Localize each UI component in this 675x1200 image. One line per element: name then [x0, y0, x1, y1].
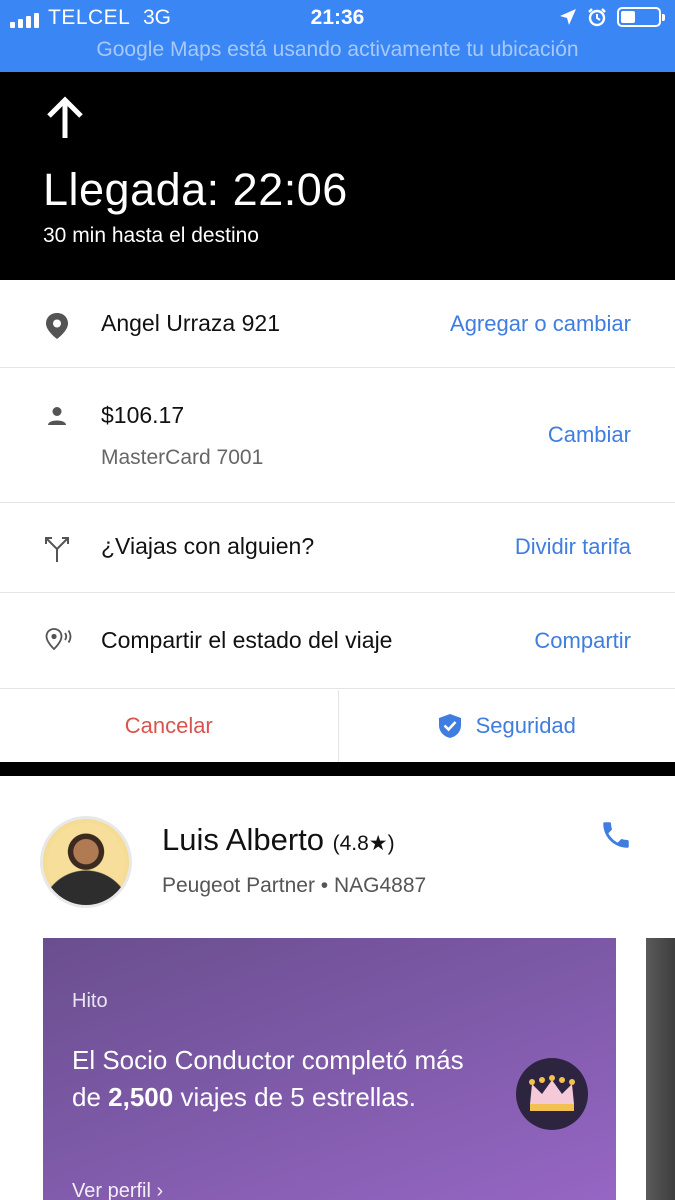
- share-trip-row[interactable]: Compartir el estado del viaje Compartir: [0, 593, 675, 689]
- driver-name: Luis Alberto: [162, 822, 324, 857]
- change-payment-link[interactable]: Cambiar: [548, 422, 631, 448]
- person-icon: [48, 407, 66, 425]
- milestone-card[interactable]: Hito El Socio Conductor completó más de …: [43, 938, 616, 1200]
- driver-panel: Luis Alberto (4.8★) Peugeot Partner • NA…: [0, 776, 675, 1200]
- safety-label: Seguridad: [475, 713, 576, 738]
- cancel-trip-button[interactable]: Cancelar: [0, 690, 338, 762]
- payment-row[interactable]: $106.17 MasterCard 7001 Cambiar: [0, 368, 675, 503]
- alarm-icon: [588, 8, 606, 27]
- navigation-header: Llegada: 22:06 30 min hasta el destino: [0, 72, 675, 280]
- trip-action-bar: Cancelar Seguridad: [0, 690, 675, 762]
- split-icon: [45, 537, 69, 562]
- location-usage-banner[interactable]: Google Maps está usando activamente tu u…: [0, 38, 675, 62]
- trip-details-card: Angel Urraza 921 Agregar o cambiar $106.…: [0, 280, 675, 762]
- milestone-text-end: viajes de 5 estrellas.: [173, 1082, 417, 1112]
- shield-check-icon: [438, 714, 461, 738]
- driver-rating: (4.8★): [332, 832, 395, 855]
- share-trip-link[interactable]: Compartir: [534, 628, 631, 654]
- milestone-label: Hito: [72, 990, 108, 1012]
- arrow-up-icon: [47, 96, 83, 138]
- crown-icon: [516, 1058, 588, 1130]
- split-fare-link[interactable]: Dividir tarifa: [515, 534, 631, 560]
- phone-icon[interactable]: [599, 818, 633, 852]
- milestone-text: El Socio Conductor completó más de 2,500…: [72, 1042, 492, 1116]
- map-pin-icon: [46, 313, 68, 339]
- status-bar: TELCEL 3G 21:36 Google Maps está usando …: [0, 0, 675, 72]
- driver-name-line: Luis Alberto (4.8★): [162, 822, 395, 858]
- split-fare-row[interactable]: ¿Viajas con alguien? Dividir tarifa: [0, 503, 675, 593]
- milestone-trip-count: 2,500: [108, 1082, 174, 1112]
- safety-button[interactable]: Seguridad: [337, 690, 675, 762]
- location-arrow-icon: [560, 9, 576, 25]
- cancel-label: Cancelar: [124, 713, 213, 738]
- destination-address: Angel Urraza 921: [101, 310, 280, 336]
- eta-text: 30 min hasta el destino: [43, 224, 259, 247]
- battery-icon: [617, 7, 665, 27]
- status-icons: [559, 7, 665, 27]
- arrival-time: Llegada: 22:06: [43, 164, 348, 215]
- change-destination-link[interactable]: Agregar o cambiar: [450, 311, 631, 337]
- next-card-peek[interactable]: [646, 938, 675, 1200]
- share-location-icon: [45, 628, 72, 651]
- share-trip-text: Compartir el estado del viaje: [101, 627, 393, 653]
- driver-avatar[interactable]: [40, 816, 132, 908]
- destination-row[interactable]: Angel Urraza 921 Agregar o cambiar: [0, 280, 675, 368]
- split-question: ¿Viajas con alguien?: [101, 533, 315, 559]
- view-profile-link[interactable]: Ver perfil ›: [72, 1180, 163, 1200]
- vehicle-info: Peugeot Partner • NAG4887: [162, 874, 427, 897]
- status-row: TELCEL 3G 21:36: [0, 6, 675, 32]
- payment-method: MasterCard 7001: [101, 446, 264, 469]
- fare-amount: $106.17: [101, 402, 185, 428]
